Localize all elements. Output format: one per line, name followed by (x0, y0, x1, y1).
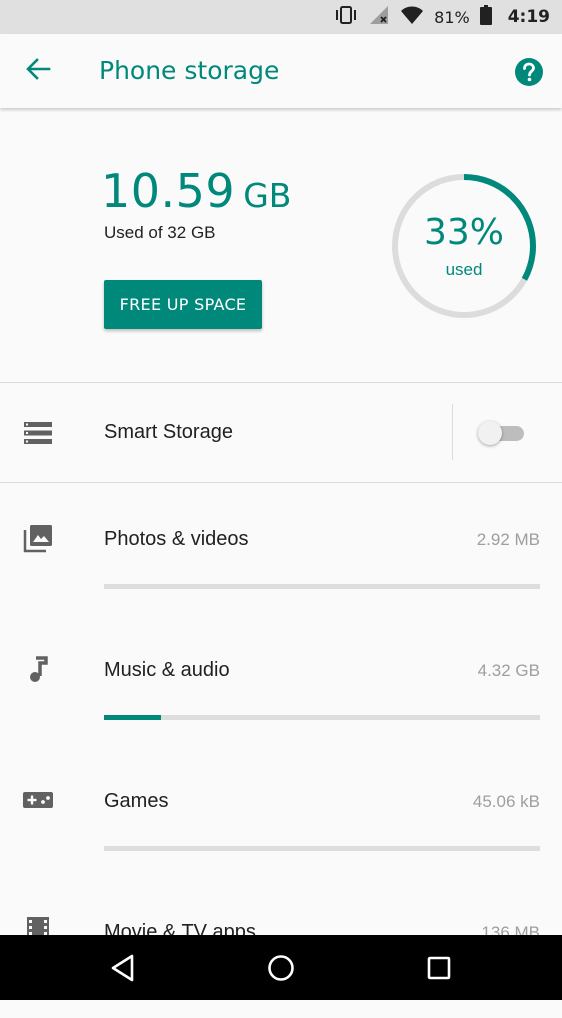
category-size: 4.32 GB (477, 661, 540, 680)
status-icons: 81% 4:19 (334, 5, 550, 29)
nav-recents-icon (422, 956, 456, 989)
category-label: Photos & videos (104, 528, 249, 550)
wifi-icon (400, 5, 424, 29)
category-size: 45.06 kB (472, 792, 540, 811)
battery-percent: 81% (434, 7, 470, 27)
usage-percent: 33% used (390, 172, 538, 320)
nav-home-button[interactable] (264, 951, 298, 985)
app-bar: Phone storage (0, 34, 562, 108)
status-bar: 81% 4:19 (0, 0, 562, 34)
nav-back-button[interactable] (106, 951, 140, 985)
used-unit: GB (243, 176, 292, 215)
used-of-total: Used of 32 GB (104, 223, 216, 242)
category-usage-bar (104, 715, 540, 720)
used-amount: 10.59 GB (101, 164, 291, 218)
help-button[interactable] (514, 57, 544, 87)
free-up-space-button[interactable]: FREE UP SPACE (104, 280, 262, 329)
photo-library-icon (22, 522, 54, 554)
nav-home-icon (264, 955, 298, 989)
category-usage-bar (104, 584, 540, 589)
category-row-photos[interactable]: Photos & videos 2.92 MB (0, 494, 562, 625)
gamepad-icon (22, 784, 54, 816)
help-icon (514, 58, 544, 91)
divider (0, 482, 562, 483)
nav-recents-button[interactable] (422, 951, 456, 985)
smart-storage-row[interactable]: Smart Storage (0, 383, 562, 482)
percent-value: 33% (423, 212, 504, 253)
used-value: 10.59 (101, 164, 236, 218)
percent-label: used (445, 260, 483, 279)
page-title: Phone storage (99, 56, 280, 85)
category-label: Games (104, 790, 169, 812)
status-time: 4:19 (507, 7, 550, 27)
storage-list-icon (24, 421, 52, 445)
category-usage-bar (104, 846, 540, 851)
navigation-bar (0, 935, 562, 1000)
back-arrow-icon (25, 57, 51, 86)
music-note-icon (22, 653, 54, 685)
category-label: Music & audio (104, 659, 230, 681)
category-size: 2.92 MB (476, 530, 540, 549)
nav-back-icon (106, 954, 140, 989)
battery-icon (479, 5, 492, 29)
vibrate-icon (334, 5, 358, 29)
toggle-separator (452, 404, 453, 460)
signal-off-icon (368, 5, 390, 29)
category-row-games[interactable]: Games 45.06 kB (0, 756, 562, 887)
smart-storage-toggle[interactable] (478, 421, 526, 445)
storage-summary: 10.59 GB Used of 32 GB FREE UP SPACE 33% … (0, 108, 562, 382)
category-row-music[interactable]: Music & audio 4.32 GB (0, 625, 562, 756)
back-button[interactable] (18, 53, 58, 89)
toggle-thumb (478, 421, 502, 445)
smart-storage-label: Smart Storage (104, 421, 233, 443)
category-usage-fill (104, 715, 161, 720)
